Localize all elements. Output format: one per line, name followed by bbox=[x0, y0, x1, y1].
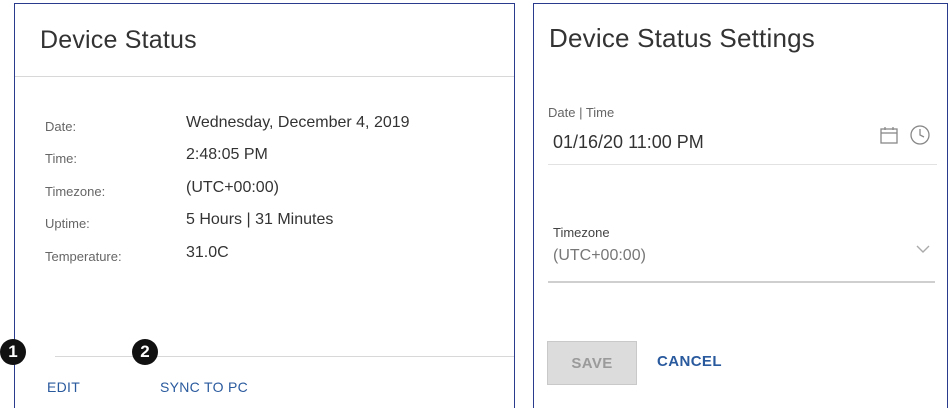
info-label: Timezone: bbox=[45, 184, 106, 199]
info-row-timezone: Timezone: (UTC+00:00) bbox=[45, 179, 504, 203]
info-value: 5 Hours | 31 Minutes bbox=[186, 211, 334, 228]
datetime-input[interactable]: 01/16/20 11:00 PM bbox=[553, 132, 704, 153]
panel-title: Device Status Settings bbox=[549, 23, 815, 53]
device-status-settings-panel: Device Status Settings Date | Time 01/16… bbox=[533, 3, 948, 408]
info-value: Wednesday, December 4, 2019 bbox=[186, 114, 410, 131]
info-row-temperature: Temperature: 31.0C bbox=[45, 244, 504, 268]
step-badge-2: 2 bbox=[132, 339, 158, 365]
info-value: 31.0C bbox=[186, 244, 229, 261]
header-divider bbox=[15, 76, 514, 77]
info-row-date: Date: Wednesday, December 4, 2019 bbox=[45, 114, 504, 138]
info-value: (UTC+00:00) bbox=[186, 179, 279, 196]
info-label: Time: bbox=[45, 151, 78, 166]
timezone-underline bbox=[548, 281, 935, 283]
info-label: Temperature: bbox=[45, 249, 122, 264]
info-row-uptime: Uptime: 5 Hours | 31 Minutes bbox=[45, 211, 504, 235]
save-button[interactable]: SAVE bbox=[547, 341, 637, 385]
device-status-panel: Device Status Date: Wednesday, December … bbox=[14, 3, 515, 408]
datetime-label: Date | Time bbox=[548, 105, 615, 120]
clock-icon[interactable] bbox=[909, 124, 931, 146]
info-row-time: Time: 2:48:05 PM bbox=[45, 146, 504, 170]
datetime-underline bbox=[548, 164, 937, 165]
sync-to-pc-button[interactable]: SYNC TO PC bbox=[160, 379, 248, 395]
cancel-button[interactable]: CANCEL bbox=[657, 353, 722, 370]
info-label: Date: bbox=[45, 119, 77, 134]
chevron-down-icon[interactable] bbox=[915, 244, 931, 254]
footer-divider bbox=[55, 356, 514, 357]
info-label: Uptime: bbox=[45, 216, 90, 231]
calendar-icon[interactable] bbox=[879, 125, 899, 145]
timezone-label: Timezone bbox=[553, 225, 610, 240]
step-badge-1: 1 bbox=[0, 339, 26, 365]
timezone-select[interactable]: (UTC+00:00) bbox=[553, 247, 646, 265]
edit-button[interactable]: EDIT bbox=[47, 379, 80, 395]
info-value: 2:48:05 PM bbox=[186, 146, 268, 163]
panel-title: Device Status bbox=[40, 26, 197, 54]
